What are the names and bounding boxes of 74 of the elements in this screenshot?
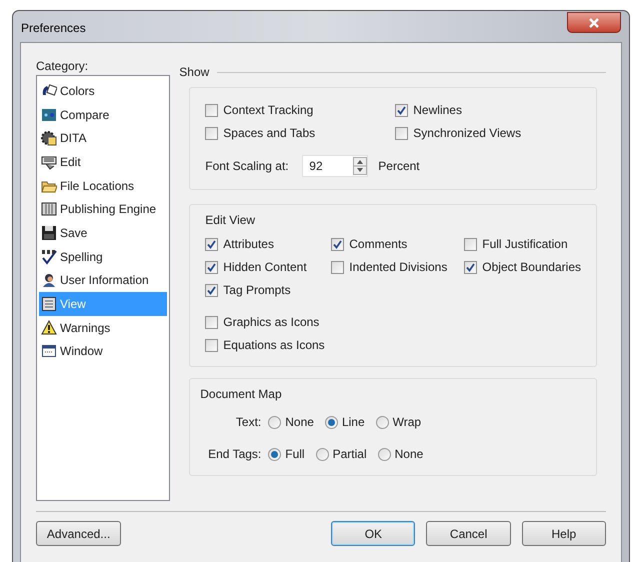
radio-button[interactable] bbox=[378, 448, 391, 460]
section-title: Edit View bbox=[205, 212, 256, 229]
checkbox[interactable] bbox=[331, 238, 344, 250]
checkbox[interactable] bbox=[205, 104, 218, 116]
radio-label[interactable]: Full bbox=[285, 445, 305, 463]
radio-group-label: End Tags: bbox=[207, 446, 262, 463]
category-item[interactable]: Save bbox=[39, 221, 168, 245]
checkbox-label[interactable]: Synchronized Views bbox=[413, 124, 522, 142]
radio-label[interactable]: Wrap bbox=[392, 413, 422, 431]
window-title: Preferences bbox=[21, 20, 86, 37]
checkbox[interactable] bbox=[205, 126, 218, 140]
checkbox[interactable] bbox=[205, 260, 218, 274]
close-button[interactable] bbox=[567, 12, 621, 33]
checkbox-label[interactable]: Hidden Content bbox=[223, 258, 307, 276]
category-item[interactable]: Compare bbox=[39, 102, 168, 126]
category-item[interactable]: Spelling bbox=[39, 244, 168, 268]
category-item[interactable]: Edit bbox=[39, 150, 168, 174]
radio-label[interactable]: Line bbox=[342, 413, 365, 431]
category-item[interactable]: Publishing Engine bbox=[39, 197, 168, 222]
gear-document-icon bbox=[41, 130, 57, 146]
radio-button[interactable] bbox=[324, 416, 338, 428]
category-item[interactable]: User Information bbox=[39, 268, 168, 292]
radio-button[interactable] bbox=[268, 416, 282, 428]
checkbox-label[interactable]: Newlines bbox=[413, 101, 462, 119]
section-title: Document Map bbox=[200, 386, 283, 403]
checkbox[interactable] bbox=[395, 126, 408, 140]
font-scaling-spinner[interactable]: 92 bbox=[302, 155, 368, 177]
dialog-button[interactable]: Help bbox=[522, 521, 606, 546]
category-item[interactable]: Window bbox=[39, 340, 168, 364]
font-scaling-label: Font Scaling at: bbox=[205, 158, 290, 175]
checkbox-label[interactable]: Comments bbox=[349, 235, 408, 253]
radio-label[interactable]: Partial bbox=[332, 445, 367, 463]
category-item[interactable]: DITA bbox=[39, 126, 168, 150]
checkbox-label[interactable]: Graphics as Icons bbox=[223, 313, 320, 331]
checkbox-label[interactable]: Equations as Icons bbox=[223, 336, 325, 354]
section-title: Show bbox=[179, 64, 210, 81]
category-item[interactable]: File Locations bbox=[39, 174, 168, 198]
dialog-button[interactable]: Advanced... bbox=[36, 521, 122, 546]
warning-icon bbox=[41, 320, 57, 336]
checkbox[interactable] bbox=[464, 260, 478, 274]
panel-icon bbox=[41, 201, 57, 218]
checkbox-label[interactable]: Tag Prompts bbox=[223, 281, 291, 299]
checkbox-label[interactable]: Full Justification bbox=[482, 235, 568, 253]
category-item[interactable]: Colors bbox=[39, 79, 168, 103]
dialog-button[interactable]: Cancel bbox=[426, 521, 511, 546]
checkbox[interactable] bbox=[464, 238, 478, 250]
document-icon bbox=[41, 296, 57, 312]
radio-button[interactable] bbox=[268, 448, 282, 460]
checkbox-label[interactable]: Indented Divisions bbox=[349, 258, 448, 276]
checkbox[interactable] bbox=[205, 316, 218, 328]
spelling-check-icon bbox=[41, 248, 57, 265]
checkbox-label[interactable]: Attributes bbox=[223, 235, 274, 253]
checkbox[interactable] bbox=[331, 260, 344, 274]
radio-group-label: Text: bbox=[234, 414, 262, 431]
category-item[interactable]: Warnings bbox=[39, 316, 168, 340]
radio-button[interactable] bbox=[376, 416, 389, 428]
category-label: Category: bbox=[36, 58, 90, 75]
checkbox[interactable] bbox=[205, 338, 218, 352]
close-icon bbox=[588, 18, 600, 28]
spin-arrows-icon[interactable] bbox=[353, 157, 368, 175]
percent-label: Percent bbox=[378, 158, 420, 175]
checkbox-label[interactable]: Object Boundaries bbox=[482, 258, 581, 276]
radio-label[interactable]: None bbox=[394, 445, 424, 463]
checkbox[interactable] bbox=[395, 104, 408, 116]
compare-icon bbox=[41, 106, 57, 123]
checkbox-label[interactable]: Spaces and Tabs bbox=[223, 124, 316, 142]
checkbox-label[interactable]: Context Tracking bbox=[223, 101, 314, 119]
dialog-button[interactable]: OK bbox=[331, 521, 416, 546]
radio-button[interactable] bbox=[316, 448, 329, 460]
radio-label[interactable]: None bbox=[285, 413, 314, 431]
window-icon bbox=[41, 343, 57, 360]
user-icon bbox=[41, 272, 57, 288]
checkbox[interactable] bbox=[205, 238, 218, 250]
checkbox[interactable] bbox=[205, 284, 218, 296]
